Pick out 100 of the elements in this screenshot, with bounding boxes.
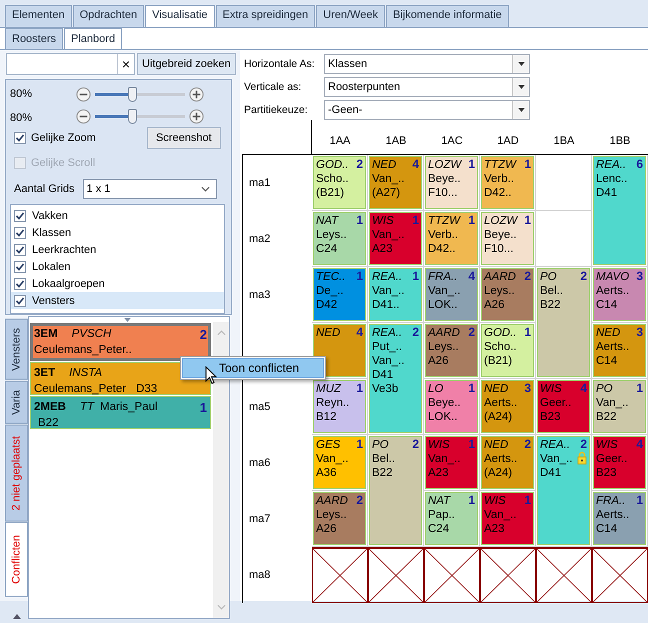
subject-code: AARD <box>316 494 348 508</box>
axis-dropdown[interactable]: Roosterpunten <box>324 76 530 96</box>
subject-code: LO <box>428 382 444 396</box>
subject-code: WIS <box>540 382 562 396</box>
lesson-card[interactable]: 2MEB TT Maris_Paul 1 B22 <box>30 396 211 429</box>
tab[interactable]: Uren/Week <box>316 5 385 27</box>
subject-code: PO <box>372 438 389 452</box>
lesson-count: 4 <box>356 325 363 339</box>
lesson-detail: LOK.. <box>428 298 458 312</box>
lesson-card[interactable]: MUZ 1 Reyn.. B12 <box>313 380 366 433</box>
lesson-detail: Geer.. <box>596 452 628 466</box>
subject-code: TTZW <box>484 158 516 172</box>
lesson-detail: Leys.. <box>428 340 460 354</box>
lesson-card[interactable]: TTZW 1 Verb.. D42.. <box>425 212 478 265</box>
checkbox[interactable] <box>14 294 26 306</box>
lesson-detail: Van_.. <box>316 452 350 466</box>
tab[interactable]: Extra spreidingen <box>216 5 316 27</box>
class-code: 3ET <box>34 367 56 379</box>
list-item[interactable]: Klassen <box>32 226 72 238</box>
lesson-count: 2 <box>524 269 531 283</box>
side-tab[interactable]: Vensters <box>5 319 28 380</box>
checkbox[interactable] <box>14 244 26 256</box>
lesson-card[interactable]: WIS 1 Van_.. A23 <box>369 212 422 265</box>
checkbox[interactable] <box>14 210 26 222</box>
subject-code: REA.. <box>372 326 402 340</box>
tab[interactable]: Bijkomende informatie <box>386 5 509 27</box>
lesson-card[interactable]: NED 2 Aerts.. (A24) <box>481 436 534 489</box>
tab[interactable]: Elementen <box>5 5 72 27</box>
lesson-card[interactable]: NED 4 <box>313 324 366 377</box>
lesson-card[interactable]: NED 3 Aerts.. C14 <box>593 324 646 377</box>
lesson-count: 6 <box>636 157 643 171</box>
lesson-detail: Geer.. <box>540 396 572 410</box>
tab[interactable]: Roosters <box>5 28 64 49</box>
lesson-card[interactable]: GOD.. 1 Scho.. (B21) <box>481 324 534 377</box>
list-item[interactable]: Vakken <box>32 210 68 222</box>
list-item[interactable]: Vensters <box>32 294 75 306</box>
lesson-card[interactable]: TTZW 1 Verb.. D42.. <box>481 156 534 209</box>
axis-dropdown[interactable]: -Geen- <box>324 100 530 120</box>
screenshot-button[interactable]: Screenshot <box>146 126 221 148</box>
lesson-detail: B22 <box>372 466 394 480</box>
tab[interactable]: Planbord <box>64 28 122 49</box>
slider-thumb[interactable] <box>128 109 137 124</box>
tab[interactable]: Visualisatie <box>145 5 215 27</box>
lesson-card[interactable]: NAT 1 Pap.. C24 <box>425 492 478 545</box>
lesson-card[interactable]: REA.. 2 Put_.. Van_.. D41 Ve3b <box>369 324 422 433</box>
lesson-card[interactable]: PO 2 Bel.. B22 <box>369 436 422 545</box>
column-header: 1AD <box>480 120 536 155</box>
menu-item[interactable]: Toon conflicten <box>182 358 324 378</box>
tab[interactable]: Opdrachten <box>72 5 144 27</box>
lesson-card[interactable]: FRA.. 1 Aerts.. C14 <box>593 492 646 545</box>
list-item[interactable]: Lokalen <box>32 260 71 272</box>
lesson-card[interactable]: TEC.. 1 De_.. D42 <box>313 268 366 321</box>
checkbox[interactable] <box>14 226 26 238</box>
subject-code: INSTA <box>69 367 102 379</box>
lesson-card[interactable]: 3EM PVSCH 2 Ceulemans_Peter.. <box>30 323 211 361</box>
lesson-card[interactable]: AARD 2 Leys.. A26 <box>481 268 534 321</box>
lesson-card[interactable]: GOD.. 2 Scho.. (B21) <box>313 156 366 209</box>
lesson-card[interactable]: REA.. 6 Lenc.. D41 <box>593 156 646 265</box>
lesson-count: 2 <box>356 493 363 507</box>
lesson-card[interactable]: NAT 1 Leys.. C24 <box>313 212 366 265</box>
column-header: 1BB <box>592 120 648 155</box>
lesson-card[interactable]: 3ET INSTA Ceulemans_Peter D33 <box>30 362 211 395</box>
lesson-card[interactable]: WIS 4 Geer.. B23 <box>537 380 590 433</box>
axis-dropdown[interactable]: Klassen <box>324 54 530 74</box>
grids-dropdown[interactable]: 1 x 1 <box>82 179 217 199</box>
checkbox[interactable] <box>14 132 26 144</box>
subject-code: NED <box>372 158 396 172</box>
slider-thumb[interactable] <box>128 86 137 102</box>
side-tab[interactable]: Conflicten <box>5 522 28 598</box>
lesson-card[interactable]: WIS 1 Van_.. A23 <box>481 492 534 545</box>
list-item[interactable]: Lokaalgroepen <box>32 278 105 290</box>
lesson-card[interactable]: REA.. 1 Van_.. D41.. <box>369 268 422 321</box>
lesson-card[interactable]: LOZW 1 Beye.. F10... <box>481 212 534 265</box>
lesson-detail: Van_.. <box>372 354 406 368</box>
lesson-detail: Aerts.. <box>484 452 518 466</box>
lesson-card[interactable]: FRA.. 4 Van_.. LOK.. <box>425 268 478 321</box>
list-item[interactable]: Leerkrachten <box>32 244 96 256</box>
lesson-card[interactable]: LO 1 Beye.. LOK.. <box>425 380 478 433</box>
lesson-card[interactable]: AARD 2 Leys.. A26 <box>425 324 478 377</box>
lesson-card[interactable]: LOZW 1 Beye.. F10... <box>425 156 478 209</box>
checkbox[interactable] <box>14 278 26 290</box>
lesson-card[interactable]: AARD 2 Leys.. A26 <box>313 492 366 545</box>
lesson-card[interactable]: GES 1 Van_.. A36 <box>313 436 366 489</box>
lesson-detail: F10... <box>428 186 458 200</box>
lesson-card[interactable]: REA.. 2 Van_.. D41 <box>537 436 590 545</box>
lesson-card[interactable]: NED 4 Van_.. (A27) <box>369 156 422 209</box>
lesson-card[interactable]: MAVO 3 Aerts.. C14 <box>593 268 646 321</box>
checkbox[interactable] <box>14 260 26 272</box>
lesson-card[interactable]: WIS 1 Van_.. A23 <box>425 436 478 489</box>
lesson-count: 3 <box>636 325 643 339</box>
side-tab[interactable]: Varia <box>5 380 28 424</box>
search-button[interactable]: Uitgebreid zoeken <box>137 53 236 75</box>
lesson-card[interactable]: WIS 4 Geer.. B23 <box>593 436 646 489</box>
lesson-card[interactable]: NED 3 Aerts.. (A24) <box>481 380 534 433</box>
clear-button[interactable]: × <box>117 54 134 74</box>
list-item-highlight[interactable]: Vensters <box>11 292 224 309</box>
lesson-card[interactable]: PO 2 Bel.. B22 <box>537 268 590 377</box>
room-code: B22 <box>38 417 58 429</box>
search-field[interactable]: × <box>6 53 135 75</box>
lesson-card[interactable]: PO 1 Van_.. B22 <box>593 380 646 433</box>
